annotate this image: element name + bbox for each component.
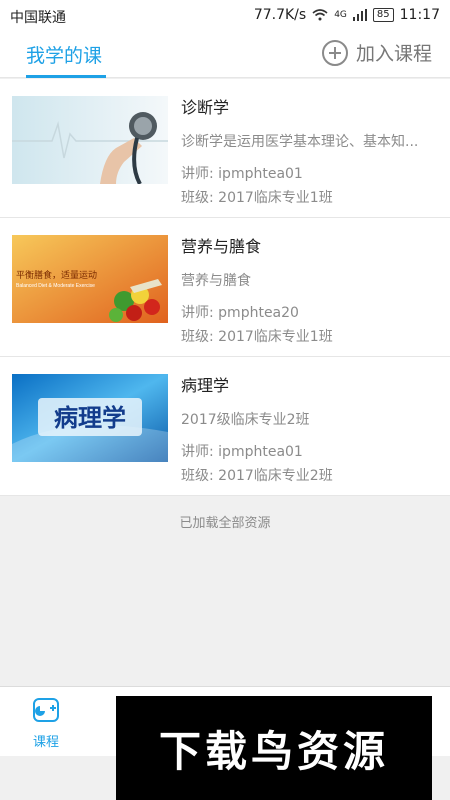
thumb-caption: 病理学 [54,404,126,432]
course-card-nutrition[interactable]: 平衡膳食，适量运动 Balanced Diet & Moderate Exerc… [0,218,450,357]
tab-my-courses[interactable]: 我学的课 [26,41,102,68]
wifi-icon [312,9,328,21]
course-card-diagnostics[interactable]: 诊断学 诊断学是运用医学基本理论、基本知... 讲师: ipmphtea01 班… [0,79,450,218]
network-type: 4G [334,10,347,20]
nav-item-label: 课程 [32,735,59,750]
network-speed: 77.7K/s [253,7,307,23]
tab-active-indicator [26,75,106,78]
join-course-label: 加入课程 [355,43,432,65]
course-class: 班级: 2017临床专业1班 [181,190,333,206]
course-list: 诊断学 诊断学是运用医学基本理论、基本知... 讲师: ipmphtea01 班… [0,79,450,496]
course-thumbnail-stethoscope [12,96,168,184]
course-thumbnail-pathology: 病理学 [12,374,168,462]
course-description: 2017级临床专业2班 [181,412,310,428]
watermark-logo: 下载鸟资源 [116,696,432,800]
add-circle-icon [321,39,348,66]
course-description: 诊断学是运用医学基本理论、基本知... [181,134,419,150]
course-description: 营养与膳食 [181,273,251,289]
thumb-caption: 平衡膳食，适量运动 [16,269,97,280]
stethoscope-image [12,96,168,184]
status-indicators: 77.7K/s 4G 85 11:17 [254,7,440,23]
thumb-caption-en: Balanced Diet & Moderate Exercise [16,283,95,289]
list-end-message: 已加载全部资源 [179,516,271,531]
top-bar: 我学的课 加入课程 [0,32,450,78]
course-title: 病理学 [181,376,230,395]
course-teacher: 讲师: ipmphtea01 [181,444,303,460]
course-class: 班级: 2017临床专业2班 [181,468,333,484]
clock: 11:17 [399,7,440,23]
battery-indicator: 85 [372,8,394,22]
vegetables-image: 平衡膳食，适量运动 Balanced Diet & Moderate Exerc… [12,235,168,323]
course-teacher: 讲师: pmphtea20 [181,305,299,321]
course-tab-icon [33,698,59,722]
course-class: 班级: 2017临床专业1班 [181,329,333,345]
pathology-banner-image: 病理学 [12,374,168,462]
carrier-name: 中国联通 [10,10,66,26]
course-title: 营养与膳食 [181,237,262,256]
nav-item-courses[interactable]: 课程 [22,697,70,750]
course-title: 诊断学 [181,98,230,117]
signal-icon [352,9,367,21]
status-bar: 中国联通 77.7K/s 4G 85 11:17 [0,0,450,32]
course-teacher: 讲师: ipmphtea01 [181,166,303,182]
course-thumbnail-nutrition: 平衡膳食，适量运动 Balanced Diet & Moderate Exerc… [12,235,168,323]
join-course-button[interactable]: 加入课程 [321,39,432,66]
course-card-pathology[interactable]: 病理学 病理学 2017级临床专业2班 讲师: ipmphtea01 班级: 2… [0,357,450,496]
